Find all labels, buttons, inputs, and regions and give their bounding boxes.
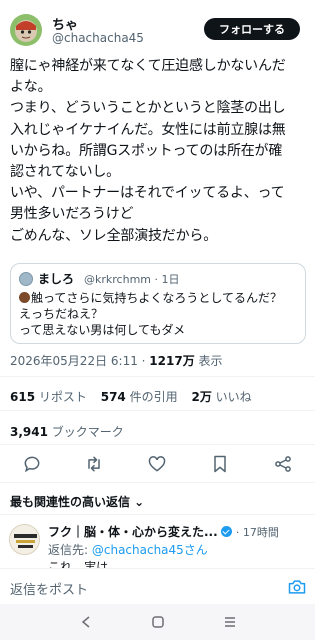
replying-to: 返信先: @chachacha45さん xyxy=(48,541,208,558)
quoted-text: 触ってさらに気持ちよくなろうとしてるんだ？ えっちだねえ？ って思えない男は何し… xyxy=(19,290,282,338)
quoted-line: 触ってさらに気持ちよくなろうとしてるんだ？ xyxy=(31,291,283,305)
reply-icon[interactable] xyxy=(22,454,42,474)
back-icon[interactable] xyxy=(78,614,94,630)
reply-author-name: フク｜脳・体・心から変えた... xyxy=(48,525,218,539)
camera-icon[interactable] xyxy=(287,577,307,597)
post-line: 認されてないし。 xyxy=(10,164,120,181)
replying-to-link[interactable]: @chachacha45さん xyxy=(92,543,208,557)
quoted-line: って思えない男は何してもダメ xyxy=(19,323,186,337)
post-line: 膣にゃ神経が来てなくて圧迫感しかないんだ xyxy=(10,58,286,74)
divider xyxy=(0,514,315,515)
reposts-stat[interactable]: 615 リポスト xyxy=(10,390,87,404)
engagement-stats: 615 リポスト 574 件の引用 2万 いいね xyxy=(10,388,252,405)
home-icon[interactable] xyxy=(150,614,166,630)
divider xyxy=(0,376,315,377)
post-line: よな。 xyxy=(10,79,52,96)
post-line: 入れじゃイケナイんだ。女性には前立腺は無 xyxy=(10,121,286,138)
reposts-count: 615 xyxy=(10,390,36,404)
post-meta: 2026年05月22日 6:11 · 1217万 表示 xyxy=(10,354,223,368)
divider xyxy=(0,482,315,483)
post-line: いからね。所謂Gスポットってのは所在が確 xyxy=(10,142,283,159)
quoted-author-name: ましろ xyxy=(38,272,75,286)
post-body: 膣にゃ神経が来てなくて圧迫感しかないんだ よな。 つまり、どういうことかというと… xyxy=(10,56,308,247)
post-header: ちゃ @chachacha45 フォローする xyxy=(0,0,315,52)
reply-composer[interactable]: 返信をポスト xyxy=(0,568,315,604)
replying-to-prefix: 返信先: xyxy=(48,543,92,557)
share-icon[interactable] xyxy=(273,454,293,474)
like-icon[interactable] xyxy=(147,454,167,474)
bookmark-icon[interactable] xyxy=(210,454,230,474)
author-avatar[interactable] xyxy=(10,14,42,46)
quoted-avatar xyxy=(19,272,33,286)
reply-input[interactable]: 返信をポスト xyxy=(10,579,88,598)
reply-item[interactable]: フク｜脳・体・心から変えた... · 17時間 返信先: @chachacha4… xyxy=(0,518,315,568)
quoted-post[interactable]: ましろ @krkrchmm · 1日 触ってさらに気持ちよくなろうとしてるんだ？… xyxy=(10,263,306,344)
bookmarks-stat[interactable]: 3,941 ブックマーク xyxy=(10,423,124,440)
divider xyxy=(0,444,315,445)
reply-sort-dropdown[interactable]: 最も関連性の高い返信 ⌄ xyxy=(10,493,144,510)
likes-stat[interactable]: 2万 いいね xyxy=(191,390,251,404)
bookmarks-count: 3,941 xyxy=(10,425,48,439)
post-line: つまり、どういうことかというと陰茎の出し xyxy=(10,100,286,117)
reply-time: · 17時間 xyxy=(235,526,279,539)
recent-apps-icon[interactable] xyxy=(222,614,238,630)
likes-count: 2万 xyxy=(191,390,212,404)
post-line: ごめんな、ソレ全部演技だから。 xyxy=(10,227,217,244)
follow-button[interactable]: フォローする xyxy=(204,18,300,40)
quoted-handle-time: @krkrchmm · 1日 xyxy=(84,273,180,286)
reposts-label: リポスト xyxy=(38,390,87,404)
reply-avatar[interactable] xyxy=(9,524,40,555)
verified-badge-icon xyxy=(220,526,232,537)
views-label: 表示 xyxy=(198,354,223,368)
divider xyxy=(0,410,315,411)
action-bar xyxy=(0,454,315,476)
quoted-line: えっちだねえ？ xyxy=(19,307,104,321)
reply-snippet: これ、実は xyxy=(48,560,109,568)
post-line: いや、パートナーはそれでイッてるよ、って xyxy=(10,185,285,202)
author-handle[interactable]: @chachacha45 xyxy=(52,31,144,45)
quotes-stat[interactable]: 574 件の引用 xyxy=(101,390,178,404)
quotes-label: 件の引用 xyxy=(129,390,178,404)
reply-author: フク｜脳・体・心から変えた... · 17時間 xyxy=(48,523,279,540)
likes-label: いいね xyxy=(215,390,252,404)
views-count: 1217万 xyxy=(149,354,195,368)
repost-icon[interactable] xyxy=(84,454,104,474)
quotes-count: 574 xyxy=(100,390,126,404)
system-nav-bar xyxy=(0,604,315,640)
post-line: 男性多いだろうけど xyxy=(10,206,134,223)
poop-emoji-icon xyxy=(19,292,30,303)
bookmarks-label: ブックマーク xyxy=(51,425,124,439)
post-timestamp[interactable]: 2026年05月22日 6:11 xyxy=(10,354,138,368)
